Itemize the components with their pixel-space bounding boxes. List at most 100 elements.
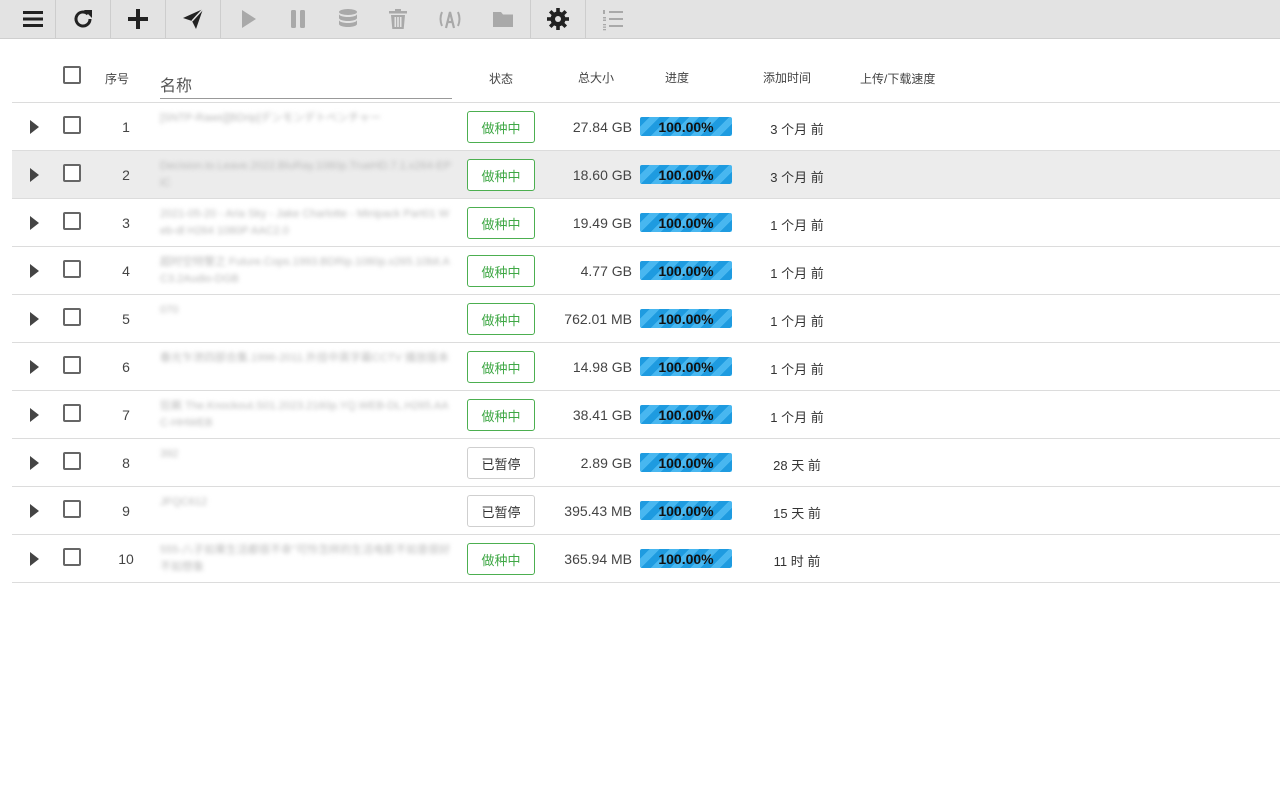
total-size: 395.43 MB: [564, 503, 632, 519]
row-checkbox[interactable]: [63, 260, 81, 278]
change-folder-button[interactable]: [481, 0, 525, 38]
table-row[interactable]: 10 555-八子如果生活都很不幸''可怜怎样的生活电影不如意很好不如想象 做种中 3…: [12, 535, 1280, 583]
settings-button[interactable]: [536, 0, 580, 38]
ordered-list-button[interactable]: [591, 0, 635, 38]
reannounce-button[interactable]: [428, 0, 472, 38]
table-row[interactable]: 8 392 已暂停 2.89 GB 100.00% 28 天 前: [12, 439, 1280, 487]
total-size: 2.89 GB: [580, 455, 632, 471]
column-header-added[interactable]: 添加时间: [763, 69, 811, 86]
row-checkbox[interactable]: [63, 404, 81, 422]
database-icon: [339, 9, 357, 27]
start-button[interactable]: [226, 0, 270, 38]
table-row[interactable]: 2 Decision.to.Leave.2022.BluRay.1080p.Tru…: [12, 151, 1280, 199]
table-row[interactable]: 5 070 做种中 762.01 MB 100.00% 1 个月 前: [12, 295, 1280, 343]
row-checkbox[interactable]: [63, 164, 81, 182]
torrent-name[interactable]: 狂飙 The.Knockout.S01.2023.2160p.YQ.WEB-DL…: [160, 398, 452, 432]
expand-arrow-icon[interactable]: [28, 455, 40, 471]
play-icon: [242, 10, 256, 28]
menu-button[interactable]: [11, 0, 55, 38]
added-time: 1 个月 前: [770, 266, 824, 281]
status-badge: 做种中: [467, 351, 535, 383]
column-header-status[interactable]: 状态: [489, 70, 513, 87]
table-row[interactable]: 7 狂飙 The.Knockout.S01.2023.2160p.YQ.WEB-D…: [12, 391, 1280, 439]
expand-arrow-icon[interactable]: [28, 551, 40, 567]
refresh-icon: [74, 10, 92, 28]
column-header-name[interactable]: 名称: [160, 72, 452, 99]
row-checkbox[interactable]: [63, 116, 81, 134]
row-index: 6: [122, 359, 130, 375]
row-index: 5: [122, 311, 130, 327]
added-time: 1 个月 前: [770, 362, 824, 377]
status-badge: 做种中: [467, 303, 535, 335]
table-row[interactable]: 4 超时空特警之 Future.Cops.1993.BDRip.1080p.x26…: [12, 247, 1280, 295]
expand-arrow-icon[interactable]: [28, 359, 40, 375]
torrent-name[interactable]: [SNTP-Raws][BDrip]デンモンデトベンチャー: [160, 110, 452, 144]
total-size: 38.41 GB: [572, 407, 632, 423]
table-row[interactable]: 9 JFQC612 已暂停 395.43 MB 100.00% 15 天 前: [12, 487, 1280, 535]
expand-arrow-icon[interactable]: [28, 407, 40, 423]
trash-icon: [389, 9, 407, 29]
added-time: 11 时 前: [773, 554, 821, 569]
row-checkbox[interactable]: [63, 548, 81, 566]
delete-button[interactable]: [376, 0, 420, 38]
status-badge: 做种中: [467, 543, 535, 575]
menu-icon: [23, 11, 43, 27]
total-size: 14.98 GB: [572, 359, 632, 375]
expand-arrow-icon[interactable]: [28, 263, 40, 279]
added-time: 1 个月 前: [770, 314, 824, 329]
progress-bar: 100.00%: [640, 453, 732, 472]
column-header-progress[interactable]: 进度: [665, 69, 689, 86]
row-index: 9: [122, 503, 130, 519]
column-header-index[interactable]: 序号: [105, 70, 129, 87]
toolbar: [0, 0, 1280, 39]
torrent-name[interactable]: 070: [160, 302, 452, 336]
row-index: 4: [122, 263, 130, 279]
add-torrent-button[interactable]: [116, 0, 160, 38]
expand-arrow-icon[interactable]: [28, 503, 40, 519]
added-time: 3 个月 前: [770, 122, 824, 137]
send-button[interactable]: [171, 0, 215, 38]
row-index: 1: [122, 119, 130, 135]
add-icon: [128, 9, 148, 29]
folder-icon: [493, 12, 513, 27]
refresh-button[interactable]: [61, 0, 105, 38]
expand-arrow-icon[interactable]: [28, 119, 40, 135]
tracker-announce-icon: [439, 11, 461, 29]
ordered-list-icon: [603, 10, 623, 31]
torrent-name[interactable]: 春光乍泄四部合集.1996-2011.外挂中英字幕CCTV 播放版本: [160, 350, 452, 384]
table-row[interactable]: 3 2021-05-20 - Aria Sky - Jake Charlotte …: [12, 199, 1280, 247]
total-size: 762.01 MB: [564, 311, 632, 327]
progress-bar: 100.00%: [640, 309, 732, 328]
verify-button[interactable]: [326, 0, 370, 38]
row-checkbox[interactable]: [63, 500, 81, 518]
torrent-name[interactable]: 2021-05-20 - Aria Sky - Jake Charlotte -…: [160, 206, 452, 240]
pause-button[interactable]: [276, 0, 320, 38]
row-index: 2: [122, 167, 130, 183]
progress-bar: 100.00%: [640, 501, 732, 520]
row-checkbox[interactable]: [63, 452, 81, 470]
torrent-name[interactable]: 超时空特警之 Future.Cops.1993.BDRip.1080p.x265…: [160, 254, 452, 288]
expand-arrow-icon[interactable]: [28, 167, 40, 183]
select-all-checkbox[interactable]: [63, 66, 81, 84]
added-time: 1 个月 前: [770, 410, 824, 425]
gear-icon: [547, 8, 569, 30]
total-size: 19.49 GB: [572, 215, 632, 231]
column-header-size[interactable]: 总大小: [578, 69, 614, 86]
table-row[interactable]: 1 [SNTP-Raws][BDrip]デンモンデトベンチャー 做种中 27.84 G…: [12, 103, 1280, 151]
table-row[interactable]: 6 春光乍泄四部合集.1996-2011.外挂中英字幕CCTV 播放版本 做种中 14…: [12, 343, 1280, 391]
total-size: 18.60 GB: [572, 167, 632, 183]
expand-arrow-icon[interactable]: [28, 311, 40, 327]
row-checkbox[interactable]: [63, 308, 81, 326]
progress-bar: 100.00%: [640, 213, 732, 232]
row-index: 10: [118, 551, 134, 567]
added-time: 15 天 前: [773, 506, 821, 521]
expand-arrow-icon[interactable]: [28, 215, 40, 231]
added-time: 1 个月 前: [770, 218, 824, 233]
torrent-name[interactable]: Decision.to.Leave.2022.BluRay.1080p.True…: [160, 158, 452, 192]
row-checkbox[interactable]: [63, 212, 81, 230]
column-header-speed[interactable]: 上传/下载速度: [860, 70, 935, 87]
torrent-name[interactable]: JFQC612: [160, 494, 452, 528]
torrent-name[interactable]: 555-八子如果生活都很不幸''可怜怎样的生活电影不如意很好不如想象: [160, 542, 452, 576]
row-checkbox[interactable]: [63, 356, 81, 374]
torrent-name[interactable]: 392: [160, 446, 452, 480]
